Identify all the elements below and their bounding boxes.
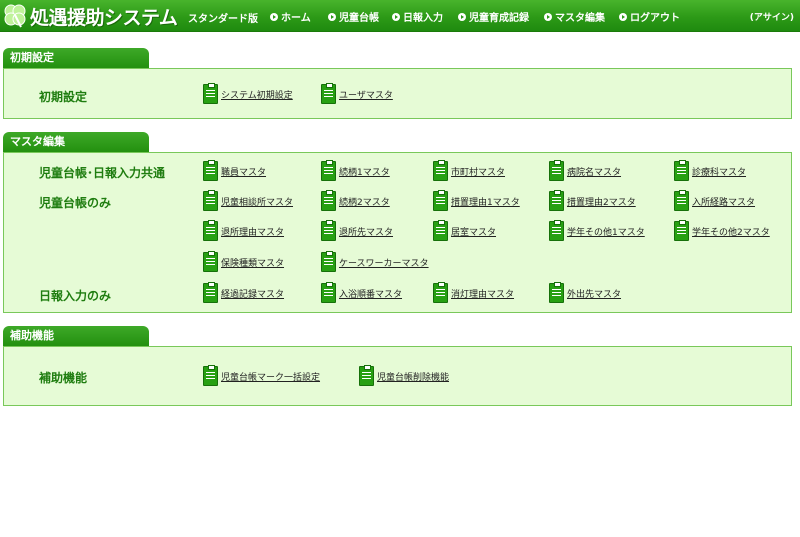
arrow-bullet-icon <box>544 13 552 21</box>
nav-child-register[interactable]: 児童台帳 <box>328 9 379 24</box>
row-label-daily-only: 日報入力のみ <box>39 289 112 303</box>
row-label-support-functions: 補助機能 <box>39 371 88 385</box>
app-title: 処遇援助システム <box>30 7 178 29</box>
document-icon <box>674 220 689 241</box>
nav-master-edit[interactable]: マスタ編集 <box>544 9 605 24</box>
section-tab-master-edit: マスタ編集 <box>3 132 149 152</box>
document-icon <box>203 190 218 211</box>
document-icon <box>203 365 218 386</box>
edition-label: スタンダード版 <box>188 14 258 25</box>
clover-logo-icon <box>4 4 26 28</box>
nav-logout[interactable]: ログアウト <box>619 9 680 24</box>
document-icon <box>433 190 448 211</box>
document-icon <box>203 160 218 181</box>
document-icon <box>549 220 564 241</box>
document-icon <box>549 190 564 211</box>
section-panel-initial-settings: 初期設定 システム初期設定 ユーザマスタ <box>3 68 792 119</box>
row-label-initial-settings: 初期設定 <box>39 90 88 104</box>
document-icon <box>321 220 336 241</box>
arrow-bullet-icon <box>270 13 278 21</box>
section-panel-master-edit: 児童台帳･日報入力共通 児童台帳のみ 日報入力のみ 職員マスタ 続柄1マスタ 市… <box>3 152 792 313</box>
document-icon <box>321 83 336 104</box>
document-icon <box>321 160 336 181</box>
document-icon <box>549 282 564 303</box>
document-icon <box>359 365 374 386</box>
document-icon <box>674 160 689 181</box>
row-label-common: 児童台帳･日報入力共通 <box>39 166 166 180</box>
document-icon <box>674 190 689 211</box>
document-icon <box>203 282 218 303</box>
section-panel-support-functions: 補助機能 児童台帳マーク一括設定 児童台帳削除機能 <box>3 346 792 406</box>
nav-child-development-record[interactable]: 児童育成記録 <box>458 9 529 24</box>
row-label-register-only: 児童台帳のみ <box>39 196 112 210</box>
arrow-bullet-icon <box>328 13 336 21</box>
nav-daily-report[interactable]: 日報入力 <box>392 9 443 24</box>
section-tab-initial-settings: 初期設定 <box>3 48 149 68</box>
document-icon <box>321 190 336 211</box>
document-icon <box>549 160 564 181</box>
app-header: 処遇援助システム スタンダード版 ホーム 児童台帳 日報入力 児童育成記録 マス… <box>0 0 800 32</box>
document-icon <box>433 220 448 241</box>
document-icon <box>203 251 218 272</box>
document-icon <box>203 83 218 104</box>
arrow-bullet-icon <box>392 13 400 21</box>
document-icon <box>203 220 218 241</box>
nav-home[interactable]: ホーム <box>270 9 311 24</box>
arrow-bullet-icon <box>458 13 466 21</box>
signin-link[interactable]: (アサイン) <box>750 10 794 23</box>
document-icon <box>433 160 448 181</box>
document-icon <box>433 282 448 303</box>
document-icon <box>321 282 336 303</box>
arrow-bullet-icon <box>619 13 627 21</box>
document-icon <box>321 251 336 272</box>
section-tab-support-functions: 補助機能 <box>3 326 149 346</box>
